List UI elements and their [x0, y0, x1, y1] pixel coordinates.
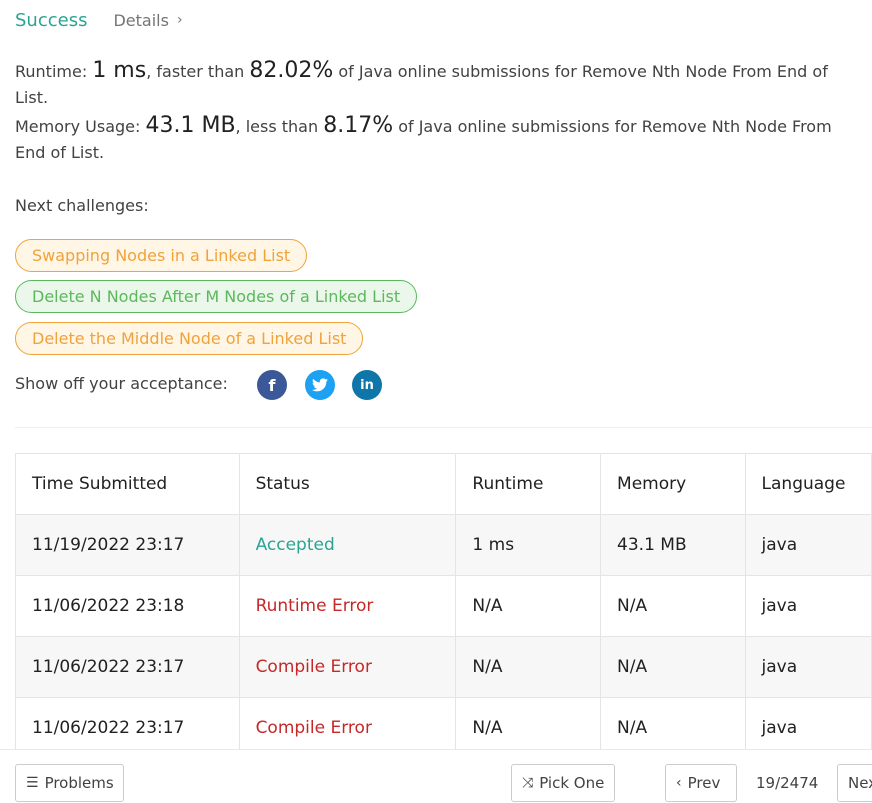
problems-label: Problems [44, 774, 114, 792]
share-label: Show off your acceptance: [15, 374, 228, 393]
chevron-right-icon: › [176, 12, 183, 28]
pick-one-label: Pick One [539, 774, 605, 792]
next-button[interactable]: Next [837, 764, 872, 802]
page-counter: 19/2474 [756, 774, 819, 792]
challenge-chip[interactable]: Swapping Nodes in a Linked List [15, 239, 308, 272]
cell-time: 11/06/2022 23:17 [15, 636, 240, 698]
prev-label: Prev [687, 774, 721, 792]
cell-memory: N/A [600, 575, 746, 637]
facebook-icon[interactable]: f [257, 370, 287, 400]
tab-details-label: Details [113, 10, 169, 30]
result-tabs: Success Details › [15, 8, 183, 32]
next-challenges-label: Next challenges: [15, 196, 149, 215]
cell-runtime: N/A [455, 636, 602, 698]
memory-value: 43.1 MB [145, 113, 236, 138]
runtime-middle: , faster than [146, 62, 250, 81]
runtime-percent: 82.02% [249, 58, 334, 83]
challenge-chip[interactable]: Delete the Middle Node of a Linked List [15, 322, 364, 355]
header-language[interactable]: Language [744, 453, 872, 515]
pick-one-button[interactable]: ⤨ Pick One [511, 764, 615, 802]
cell-status[interactable]: Accepted [238, 514, 457, 576]
cell-language: java [744, 636, 872, 698]
shuffle-icon: ⤨ [522, 775, 534, 791]
header-memory[interactable]: Memory [600, 453, 746, 515]
next-label: Next [848, 774, 872, 792]
tab-success[interactable]: Success [15, 10, 87, 31]
bottom-bar: ☰ Problems ⤨ Pick One ‹ Prev 19/2474 Nex… [0, 749, 872, 803]
header-runtime[interactable]: Runtime [455, 453, 602, 515]
runtime-label: Runtime: [15, 62, 93, 81]
cell-language: java [744, 575, 872, 637]
submissions-table: Time Submitted Status Runtime Memory Lan… [15, 453, 872, 759]
tab-details[interactable]: Details › [113, 11, 182, 30]
cell-status[interactable]: Runtime Error [238, 575, 457, 637]
cell-time: 11/19/2022 23:17 [15, 514, 240, 576]
memory-percent: 8.17% [323, 113, 394, 138]
prev-button[interactable]: ‹ Prev [665, 764, 737, 802]
header-status[interactable]: Status [238, 453, 457, 515]
table-row[interactable]: 11/06/2022 23:18 Runtime Error N/A N/A j… [15, 575, 872, 637]
header-time-submitted[interactable]: Time Submitted [15, 453, 240, 515]
memory-label: Memory Usage: [15, 117, 146, 136]
list-icon: ☰ [26, 775, 39, 791]
cell-runtime: N/A [455, 575, 602, 637]
runtime-summary: Runtime: 1 ms, faster than 82.02% of Jav… [15, 58, 860, 111]
cell-status[interactable]: Compile Error [238, 636, 457, 698]
table-row[interactable]: 11/06/2022 23:17 Compile Error N/A N/A j… [15, 636, 872, 698]
chevron-left-icon: ‹ [676, 775, 682, 791]
cell-time: 11/06/2022 23:18 [15, 575, 240, 637]
twitter-icon[interactable] [305, 370, 335, 400]
twitter-bird-icon [312, 378, 328, 392]
memory-summary: Memory Usage: 43.1 MB, less than 8.17% o… [15, 113, 860, 166]
cell-memory: N/A [600, 636, 746, 698]
table-row[interactable]: 11/19/2022 23:17 Accepted 1 ms 43.1 MB j… [15, 514, 872, 576]
divider [15, 427, 872, 428]
runtime-value: 1 ms [92, 58, 147, 83]
problems-button[interactable]: ☰ Problems [15, 764, 124, 802]
cell-memory: 43.1 MB [600, 514, 746, 576]
memory-middle: , less than [235, 117, 324, 136]
linkedin-icon[interactable]: in [352, 370, 382, 400]
table-header-row: Time Submitted Status Runtime Memory Lan… [15, 453, 872, 515]
cell-runtime: 1 ms [455, 514, 602, 576]
cell-language: java [744, 514, 872, 576]
challenge-chip[interactable]: Delete N Nodes After M Nodes of a Linked… [15, 280, 418, 313]
